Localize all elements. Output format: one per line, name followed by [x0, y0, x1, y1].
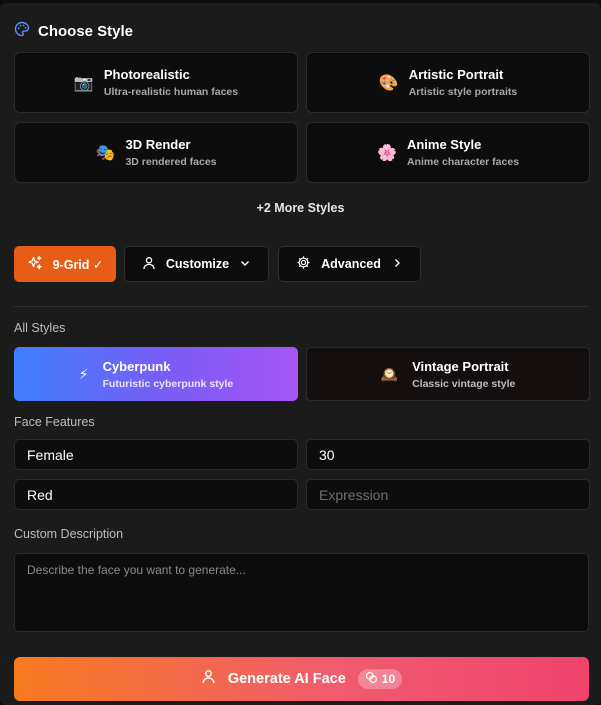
style-card-3d-render[interactable]: 🎭 3D Render 3D rendered faces	[14, 122, 298, 183]
advanced-button[interactable]: Advanced	[278, 246, 421, 282]
style-panel: Choose Style 📷 Photorealistic Ultra-real…	[0, 3, 601, 705]
style-name: Artistic Portrait	[408, 67, 504, 82]
palette-icon	[14, 21, 30, 42]
chevron-right-icon	[391, 257, 403, 272]
style-description: Anime character faces	[406, 156, 520, 168]
lightning-icon: ⚡	[78, 365, 89, 382]
hair-color-field[interactable]	[14, 479, 298, 510]
style-description: 3D rendered faces	[125, 156, 217, 168]
generate-button[interactable]: Generate AI Face 10	[14, 657, 589, 701]
nine-grid-button[interactable]: 9-Grid ✓	[14, 246, 116, 282]
credit-badge: 10	[357, 669, 403, 689]
palette-emoji-icon: 🎨	[378, 74, 399, 92]
style-name: 3D Render	[125, 137, 191, 152]
chevron-down-icon	[239, 257, 251, 272]
style-card-photorealistic[interactable]: 📷 Photorealistic Ultra-realistic human f…	[14, 52, 298, 113]
face-features-label: Face Features	[14, 415, 95, 429]
style-name: Anime Style	[406, 137, 482, 152]
style-card-vintage-portrait[interactable]: 🕰️ Vintage Portrait Classic vintage styl…	[306, 347, 590, 401]
advanced-label: Advanced	[321, 257, 381, 271]
custom-description-input[interactable]	[14, 553, 589, 632]
cherry-blossom-icon: 🌸	[377, 144, 397, 162]
nine-grid-label: 9-Grid ✓	[52, 257, 104, 272]
age-field[interactable]	[306, 439, 590, 470]
style-description: Classic vintage style	[412, 377, 516, 390]
user-icon	[201, 669, 216, 689]
gear-icon	[296, 255, 311, 273]
style-card-anime-style[interactable]: 🌸 Anime Style Anime character faces	[306, 122, 590, 183]
style-card-artistic-portrait[interactable]: 🎨 Artistic Portrait Artistic style portr…	[306, 52, 590, 113]
page-title: Choose Style	[38, 23, 134, 40]
customize-label: Customize	[165, 257, 230, 271]
expression-field[interactable]	[306, 479, 590, 510]
customize-button[interactable]: Customize	[124, 246, 269, 282]
generate-label: Generate AI Face	[227, 671, 346, 687]
custom-description-label: Custom Description	[14, 527, 124, 541]
more-styles-button[interactable]: +2 More Styles	[0, 201, 601, 215]
mantel-clock-icon: 🕰️	[380, 365, 399, 382]
style-description: Artistic style portraits	[408, 86, 518, 98]
section-header: Choose Style	[14, 21, 133, 42]
camera-icon: 📷	[73, 74, 94, 92]
style-name: Photorealistic	[103, 67, 190, 82]
gender-field[interactable]	[14, 439, 298, 470]
sparkles-icon	[27, 255, 43, 274]
style-description: Futuristic cyberpunk style	[102, 377, 234, 390]
style-name: Cyberpunk	[102, 358, 171, 374]
style-card-cyberpunk[interactable]: ⚡ Cyberpunk Futuristic cyberpunk style	[14, 347, 298, 401]
user-icon	[142, 256, 156, 273]
all-styles-label: All Styles	[14, 321, 66, 335]
divider	[14, 306, 589, 307]
credit-count: 10	[381, 672, 396, 686]
style-name: Vintage Portrait	[412, 358, 509, 374]
theater-masks-icon: 🎭	[95, 144, 116, 162]
style-description: Ultra-realistic human faces	[103, 86, 239, 98]
coins-icon	[365, 671, 378, 687]
